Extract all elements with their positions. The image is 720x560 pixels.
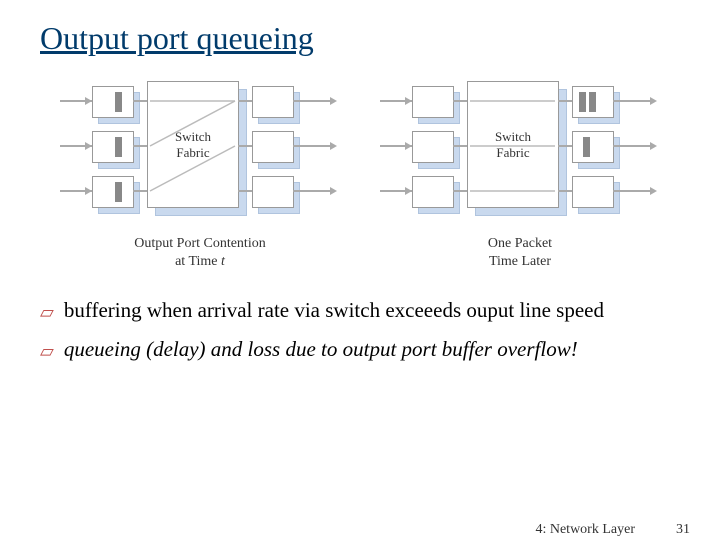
input-port [92,131,134,163]
output-port [572,131,614,163]
output-port [252,86,294,118]
bullet-item: ▱ buffering when arrival rate via switch… [40,296,680,324]
input-port [92,176,134,208]
input-port [412,86,454,118]
output-port [572,176,614,208]
diagram-left: Switch Fabric [60,77,340,271]
input-port [412,176,454,208]
input-port [92,86,134,118]
bullet-marker-icon: ▱ [40,300,54,324]
bullet-item: ▱ queueing (delay) and loss due to outpu… [40,335,680,363]
switch-fabric-left: Switch Fabric [147,81,239,208]
bullet-text: queueing (delay) and loss due to output … [64,335,578,363]
footer-page-number: 31 [676,522,690,538]
fabric-label: Switch Fabric [175,129,211,160]
fabric-label: Switch Fabric [495,129,531,160]
slide-title: Output port queueing [40,20,680,57]
bullet-text: buffering when arrival rate via switch e… [64,296,604,324]
switch-fabric-right: Switch Fabric [467,81,559,208]
diagram-right: Switch Fabric [380,77,660,271]
bullet-list: ▱ buffering when arrival rate via switch… [40,296,680,363]
bullet-marker-icon: ▱ [40,339,54,363]
output-port [252,131,294,163]
output-port [252,176,294,208]
diagram-row: Switch Fabric [40,77,680,271]
caption-left: Output Port Contention at Time t [60,235,340,271]
output-port [572,86,614,118]
input-port [412,131,454,163]
footer-chapter: 4: Network Layer [535,522,635,538]
caption-right: One Packet Time Later [380,235,660,271]
